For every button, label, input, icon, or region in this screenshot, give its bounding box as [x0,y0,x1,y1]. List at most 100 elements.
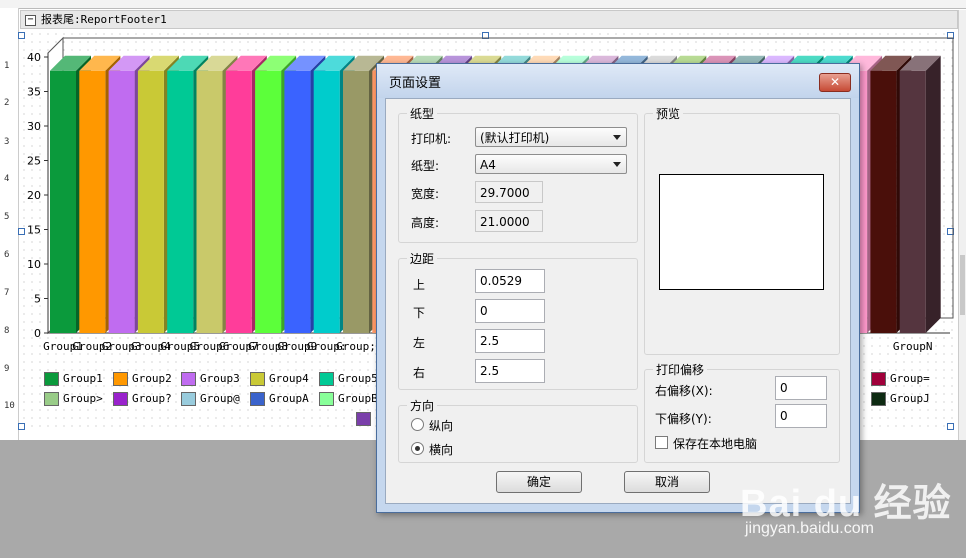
legend-label: GroupJ [890,392,930,405]
legend-swatch [871,392,886,406]
vertical-scrollbar[interactable] [958,10,966,440]
legend-swatch [113,392,128,406]
bar-side [925,55,941,334]
legend-item: Group4 [250,372,309,386]
landscape-label[interactable]: 横向 [429,441,453,458]
baidu-watermark: Bai du 经验 jingyan.baidu.com [735,452,960,548]
bar [255,70,282,334]
height-field: 21.0000 [475,210,543,232]
print-offset-group: 打印偏移 右偏移(X): 0 下偏移(Y): 0 保存在本地电脑 [644,361,840,463]
offset-y-input[interactable]: 0 [775,404,827,428]
margin-group: 边距 上 0.0529 下 0 左 2.5 右 2.5 [398,250,638,390]
bar [196,70,223,334]
legend-label: Group5 [338,372,378,385]
printer-label: 打印机: [411,132,452,146]
ok-button[interactable]: 确定 [496,471,582,493]
print-offset-group-title: 打印偏移 [653,361,708,378]
paper-type-select-value: A4 [480,158,496,172]
printer-select[interactable]: (默认打印机) [475,127,627,147]
bar [313,70,340,334]
margin-left-label: 左 [413,336,426,350]
bar [343,70,369,334]
dialog-title: 页面设置 [389,76,442,91]
y-tick-label: 5 [34,293,41,306]
legend-item: Group3 [181,372,240,386]
close-icon: ✕ [829,75,841,89]
y-tick-label: 15 [27,224,41,237]
bar [284,70,311,334]
offset-x-input[interactable]: 0 [775,376,827,400]
legend-swatch [319,392,334,406]
margin-top-input[interactable]: 0.0529 [475,269,545,293]
bar [870,70,897,334]
legend-swatch [319,372,334,386]
margin-bottom-label: 下 [413,306,426,320]
dialog-titlebar[interactable]: 页面设置 ✕ [377,64,859,98]
save-local-label[interactable]: 保存在本地电脑 [673,435,757,452]
preview-group: 预览 [644,105,840,355]
chevron-down-icon [613,162,621,167]
legend-swatch [356,412,371,426]
preview-group-title: 预览 [653,105,684,122]
paper-type-select[interactable]: A4 [475,154,627,174]
save-local-checkbox[interactable] [655,436,668,449]
printer-select-value: (默认打印机) [480,131,550,145]
y-tick-label: 25 [27,155,41,168]
paper-group: 纸型 打印机: (默认打印机) 纸型: A4 宽度: 29.7000 高度: 2… [398,105,638,243]
legend-swatch [44,372,59,386]
portrait-radio[interactable] [411,418,424,431]
offset-x-label: 右偏移(X): [655,384,713,398]
paper-group-title: 纸型 [407,105,438,122]
legend-label: Group4 [269,372,309,385]
offset-y-label: 下偏移(Y): [655,412,712,426]
height-label: 高度: [411,216,440,230]
legend-item: Group5 [319,372,378,386]
legend-item: GroupB [319,392,378,406]
legend-item: GroupJ [871,392,930,406]
dialog-body: 纸型 打印机: (默认打印机) 纸型: A4 宽度: 29.7000 高度: 2… [385,98,851,504]
legend-label: Group= [890,372,930,385]
margin-right-input[interactable]: 2.5 [475,359,545,383]
legend-label: Group2 [132,372,172,385]
landscape-radio[interactable] [411,442,424,455]
legend-swatch [871,372,886,386]
bar [899,70,926,334]
x-tick-label: Group; [336,340,376,353]
legend-item: Group2 [113,372,172,386]
legend-label: Group? [132,392,172,405]
bar [108,70,135,334]
legend-swatch [44,392,59,406]
legend-item: Group= [871,372,930,386]
page-preview [659,174,824,290]
margin-bottom-input[interactable]: 0 [475,299,545,323]
bar [50,70,76,334]
baidu-logo: Bai du 经验 [740,483,952,525]
legend-item: Group1 [44,372,103,386]
legend-label: GroupB [338,392,378,405]
scrollbar-thumb[interactable] [960,255,965,315]
legend-label: Group@ [200,392,240,405]
width-label: 宽度: [411,187,440,201]
chevron-down-icon [613,135,621,140]
margin-left-input[interactable]: 2.5 [475,329,545,353]
legend-swatch [250,392,265,406]
legend-swatch [181,372,196,386]
y-tick-label: 0 [34,327,41,340]
portrait-label[interactable]: 纵向 [429,417,453,434]
cancel-button[interactable]: 取消 [624,471,710,493]
y-tick-label: 10 [27,258,41,271]
y-tick-label: 35 [27,86,41,99]
legend-swatch [181,392,196,406]
bar [79,70,106,334]
paper-type-label: 纸型: [411,159,440,173]
legend-item: Group> [44,392,103,406]
close-button[interactable]: ✕ [819,73,851,92]
legend-swatch [113,372,128,386]
margin-right-label: 右 [413,366,426,380]
page-setup-dialog: 页面设置 ✕ 纸型 打印机: (默认打印机) 纸型: A4 宽度: 29.700… [376,63,860,513]
y-tick-label: 40 [27,51,41,64]
legend-swatch [250,372,265,386]
margin-top-label: 上 [413,278,426,292]
y-tick-label: 30 [27,120,41,133]
legend-item: Group@ [181,392,240,406]
